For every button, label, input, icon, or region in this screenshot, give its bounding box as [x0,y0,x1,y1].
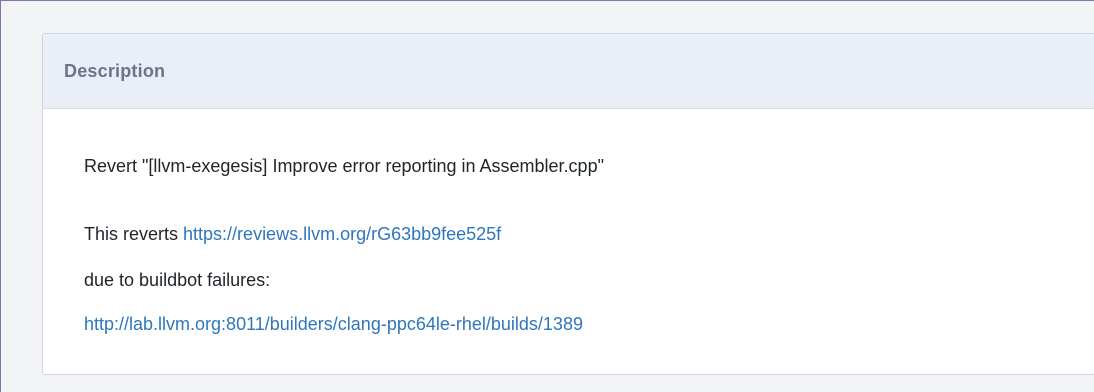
buildbot-failure-link[interactable]: http://lab.llvm.org:8011/builders/clang-… [84,314,583,334]
description-panel-header: Description [43,34,1094,109]
reverted-commit-link[interactable]: https://reviews.llvm.org/rG63bb9fee525f [183,224,501,244]
description-panel: Description Revert "[llvm-exegesis] Impr… [42,33,1094,375]
buildbot-failure-line: http://lab.llvm.org:8011/builders/clang-… [84,314,583,335]
reverts-prefix-text: This reverts [84,224,184,244]
due-to-line: due to buildbot failures: [84,270,271,290]
revert-title-line: Revert "[llvm-exegesis] Improve error re… [84,156,604,176]
reverts-line: This reverts https://reviews.llvm.org/rG… [84,224,501,245]
description-panel-title: Description [64,60,166,81]
page-frame: Description Revert "[llvm-exegesis] Impr… [0,0,1094,392]
